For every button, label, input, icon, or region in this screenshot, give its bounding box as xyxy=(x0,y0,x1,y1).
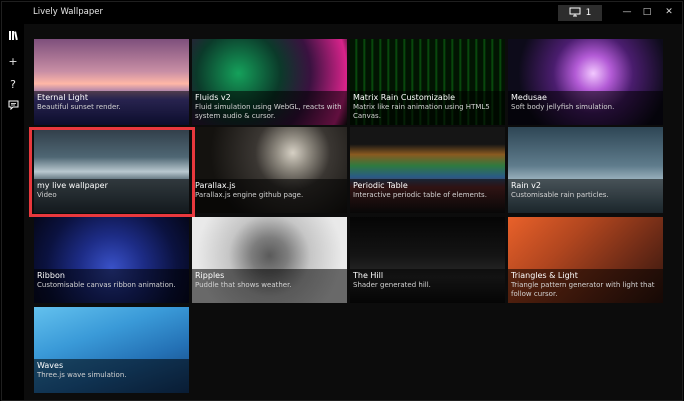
sidebar: + ? xyxy=(2,24,24,400)
maximize-icon: □ xyxy=(642,7,652,17)
tile-description: Customisable canvas ribbon animation. xyxy=(37,281,176,289)
tile-title: Triangles & Light xyxy=(511,271,578,280)
tile-description: Interactive periodic table of elements. xyxy=(353,191,487,199)
tile-title: Periodic Table xyxy=(353,181,408,190)
tile-title: Medusae xyxy=(511,93,547,102)
tile-description: Shader generated hill. xyxy=(353,281,431,289)
close-icon: ✕ xyxy=(665,7,673,17)
maximize-button[interactable]: □ xyxy=(636,5,658,19)
wallpaper-tile[interactable]: Rain v2 Customisable rain particles. xyxy=(508,127,663,213)
minimize-button[interactable]: — xyxy=(616,5,638,19)
close-button[interactable]: ✕ xyxy=(658,5,680,19)
tile-description: Customisable rain particles. xyxy=(511,191,609,199)
nav-feedback[interactable] xyxy=(2,96,24,116)
tile-title: Fluids v2 xyxy=(195,93,231,102)
tile-title: Ribbon xyxy=(37,271,65,280)
nav-help[interactable]: ? xyxy=(2,74,24,94)
wallpaper-tile[interactable]: Waves Three.js wave simulation. xyxy=(34,307,189,393)
library-icon xyxy=(8,30,19,44)
app-title: Lively Wallpaper xyxy=(33,7,103,17)
wallpaper-tile[interactable]: Fluids v2 Fluid simulation using WebGL, r… xyxy=(192,39,347,125)
title-bar: Lively Wallpaper 1 — □ ✕ xyxy=(2,2,682,24)
monitor-select-button[interactable]: 1 xyxy=(558,5,602,21)
tile-title: Eternal Light xyxy=(37,93,88,102)
wallpaper-tile[interactable]: Eternal Light Beautiful sunset render. xyxy=(34,39,189,125)
tile-description: Soft body jellyfish simulation. xyxy=(511,103,615,111)
tile-description: Matrix like rain animation using HTML5 C… xyxy=(353,103,490,120)
tile-title: Matrix Rain Customizable xyxy=(353,93,456,102)
tile-description: Beautiful sunset render. xyxy=(37,103,121,111)
tile-title: Ripples xyxy=(195,271,225,280)
selection-outline xyxy=(29,127,195,217)
tile-title: Rain v2 xyxy=(511,181,541,190)
feedback-icon xyxy=(8,100,19,113)
minimize-icon: — xyxy=(622,7,632,17)
wallpaper-tile[interactable]: Periodic Table Interactive periodic table… xyxy=(350,127,505,213)
wallpaper-tile[interactable]: Matrix Rain Customizable Matrix like rain… xyxy=(350,39,505,125)
help-icon: ? xyxy=(10,77,16,91)
wallpaper-tile[interactable]: Triangles & Light Triangle pattern genera… xyxy=(508,217,663,303)
nav-add-wallpaper[interactable]: + xyxy=(2,51,24,71)
wallpaper-tile[interactable]: The Hill Shader generated hill. xyxy=(350,217,505,303)
tile-title: Waves xyxy=(37,361,64,370)
tile-description: Parallax.js engine github page. xyxy=(195,191,304,199)
monitor-count: 1 xyxy=(585,8,592,18)
add-icon: + xyxy=(8,54,18,68)
wallpaper-tile[interactable]: Medusae Soft body jellyfish simulation. xyxy=(508,39,663,125)
nav-library[interactable] xyxy=(2,27,24,47)
wallpaper-tile[interactable]: Ribbon Customisable canvas ribbon animati… xyxy=(34,217,189,303)
tile-description: Triangle pattern generator with light th… xyxy=(511,281,655,298)
monitor-icon xyxy=(569,7,581,20)
app-window: Lively Wallpaper 1 — □ ✕ + ? Eternal Lig… xyxy=(1,1,683,401)
tile-title: The Hill xyxy=(353,271,384,280)
wallpaper-tile[interactable]: Parallax.js Parallax.js engine github pag… xyxy=(192,127,347,213)
wallpaper-tile[interactable]: Ripples Puddle that shows weather. xyxy=(192,217,347,303)
tile-title: Parallax.js xyxy=(195,181,236,190)
tile-description: Three.js wave simulation. xyxy=(37,371,127,379)
tile-description: Puddle that shows weather. xyxy=(195,281,292,289)
tile-description: Fluid simulation using WebGL, reacts wit… xyxy=(195,103,342,120)
